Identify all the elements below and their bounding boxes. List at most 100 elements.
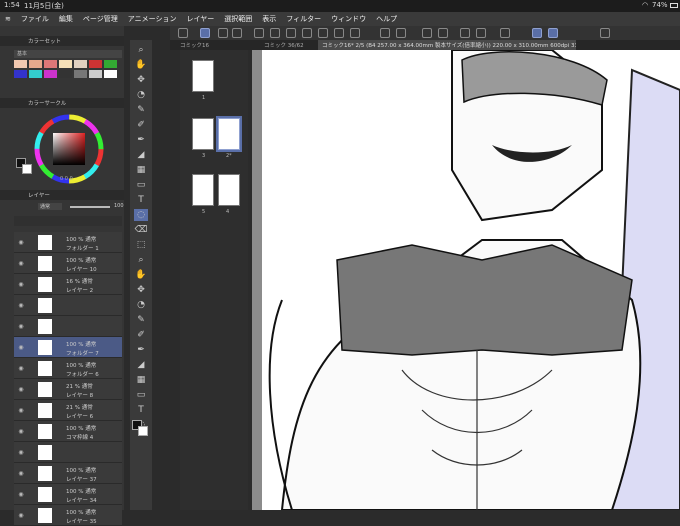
search-icon[interactable]: ⌕ xyxy=(134,254,148,266)
zoom-icon[interactable]: ◔ xyxy=(134,89,148,101)
eye-icon[interactable]: ◉ xyxy=(17,421,25,442)
canvas-area[interactable] xyxy=(252,49,680,511)
fill-icon[interactable]: ◢ xyxy=(134,359,148,371)
page-thumb[interactable] xyxy=(192,60,214,92)
tool-sub-color[interactable] xyxy=(138,426,148,436)
fill-selection-icon[interactable] xyxy=(476,28,486,38)
fill-icon[interactable]: ◢ xyxy=(134,149,148,161)
zoom-icon[interactable]: ◔ xyxy=(134,299,148,311)
color-swatch[interactable] xyxy=(59,60,72,68)
color-swatch[interactable] xyxy=(44,70,57,78)
brush-icon[interactable]: ✒ xyxy=(134,344,148,356)
tab-comic16[interactable]: コミック16 xyxy=(176,40,256,50)
pencil-icon[interactable]: ✐ xyxy=(134,119,148,131)
shape-icon[interactable]: ▭ xyxy=(134,389,148,401)
menu-view[interactable]: 表示 xyxy=(257,14,281,24)
rotate-right-icon[interactable] xyxy=(548,28,558,38)
share-icon[interactable] xyxy=(600,28,610,38)
eye-icon[interactable]: ◉ xyxy=(17,295,25,316)
menu-animation[interactable]: アニメーション xyxy=(123,14,182,24)
zoom-fit-icon[interactable] xyxy=(232,28,242,38)
eye-icon[interactable]: ◉ xyxy=(17,337,25,358)
layer-row[interactable]: ◉ 21 % 通常 レイヤー 6 xyxy=(14,400,122,421)
text-icon[interactable]: T xyxy=(134,404,148,416)
lasso-icon[interactable]: ◌ xyxy=(134,209,148,221)
color-swatch[interactable] xyxy=(74,70,87,78)
frame-icon[interactable]: ⬚ xyxy=(134,239,148,251)
undo-icon[interactable] xyxy=(334,28,344,38)
page-thumb[interactable] xyxy=(192,118,214,150)
menu-filter[interactable]: フィルター xyxy=(281,14,326,24)
layer-row[interactable]: ◉ 100 % 通常 フォルダー 7 xyxy=(14,337,122,358)
eye-icon[interactable]: ◉ xyxy=(17,400,25,421)
color-wheel[interactable] xyxy=(34,114,104,184)
grid-icon[interactable] xyxy=(218,28,228,38)
color-swatch[interactable] xyxy=(104,70,117,78)
hand-icon[interactable]: ✋ xyxy=(134,59,148,71)
pencil-icon[interactable]: ✐ xyxy=(134,329,148,341)
eye-icon[interactable]: ◉ xyxy=(17,274,25,295)
pen-icon[interactable]: ✎ xyxy=(134,104,148,116)
pen-icon[interactable]: ✎ xyxy=(134,314,148,326)
deselect-icon[interactable] xyxy=(422,28,432,38)
open-icon[interactable] xyxy=(270,28,280,38)
menu-help[interactable]: ヘルプ xyxy=(371,14,402,24)
color-swatch[interactable] xyxy=(29,70,42,78)
eye-icon[interactable]: ◉ xyxy=(17,232,25,253)
save-icon[interactable] xyxy=(286,28,296,38)
menu-edit[interactable]: 編集 xyxy=(54,14,78,24)
transform-icon[interactable] xyxy=(396,28,406,38)
color-swatch[interactable] xyxy=(14,70,27,78)
color-swatch[interactable] xyxy=(14,60,27,68)
sub-color-swatch[interactable] xyxy=(22,164,32,174)
eye-icon[interactable]: ◉ xyxy=(17,253,25,274)
menu-selection[interactable]: 選択範囲 xyxy=(219,14,257,24)
layer-row[interactable]: ◉ 100 % 通常 レイヤー 37 xyxy=(14,463,122,484)
eye-icon[interactable]: ◉ xyxy=(17,316,25,337)
redo-icon[interactable] xyxy=(350,28,360,38)
layer-row[interactable]: ◉ 100 % 通常 コマ枠線 4 xyxy=(14,421,122,442)
eraser-icon[interactable]: ⌫ xyxy=(134,224,148,236)
clear-icon[interactable] xyxy=(380,28,390,38)
color-swatch[interactable] xyxy=(89,70,102,78)
gradient-icon[interactable]: ▦ xyxy=(134,164,148,176)
brush-size-icon[interactable] xyxy=(500,28,510,38)
eye-icon[interactable]: ◉ xyxy=(17,463,25,484)
layer-row[interactable]: ◉ 100 % 通常 フォルダー 1 xyxy=(14,232,122,253)
layer-row[interactable]: ◉ xyxy=(14,295,122,316)
layer-row[interactable]: ◉ 100 % 通常 フォルダー 6 xyxy=(14,358,122,379)
eye-icon[interactable]: ◉ xyxy=(17,442,25,463)
layer-row[interactable]: ◉ 100 % 通常 レイヤー 34 xyxy=(14,484,122,505)
gradient-icon[interactable]: ▦ xyxy=(134,374,148,386)
new-icon[interactable] xyxy=(254,28,264,38)
opacity-slider[interactable] xyxy=(70,206,110,208)
eye-icon[interactable]: ◉ xyxy=(17,379,25,400)
tab-comic16-active[interactable]: コミック16* 2/5 (B4 257.00 x 364.00mm 製本サイズ(… xyxy=(318,40,576,50)
layer-row[interactable]: ◉ xyxy=(14,316,122,337)
color-set-name[interactable]: 基本 xyxy=(14,50,122,58)
eye-icon[interactable]: ◉ xyxy=(17,505,25,526)
layer-row[interactable]: ◉ xyxy=(14,442,122,463)
menu-layer[interactable]: レイヤー xyxy=(181,14,219,24)
layer-row[interactable]: ◉ 21 % 通常 レイヤー 8 xyxy=(14,379,122,400)
invert-icon[interactable] xyxy=(438,28,448,38)
move-icon[interactable]: ✥ xyxy=(134,284,148,296)
app-logo-icon[interactable]: ≋ xyxy=(0,15,16,23)
blend-mode-select[interactable]: 通常 xyxy=(38,203,62,210)
color-swatch[interactable] xyxy=(89,60,102,68)
color-swatch[interactable] xyxy=(29,60,42,68)
text-icon[interactable]: T xyxy=(134,194,148,206)
eye-icon[interactable]: ◉ xyxy=(17,484,25,505)
search-icon[interactable]: ⌕ xyxy=(134,44,148,56)
manga-artwork[interactable] xyxy=(252,49,680,511)
page-thumb[interactable] xyxy=(192,174,214,206)
move-icon[interactable]: ✥ xyxy=(134,74,148,86)
layer-row[interactable]: ◉ 100 % 通常 レイヤー 10 xyxy=(14,253,122,274)
menu-icon[interactable] xyxy=(178,28,188,38)
layer-row[interactable]: ◉ 100 % 通常 レイヤー 35 xyxy=(14,505,122,526)
color-swatch[interactable] xyxy=(104,60,117,68)
color-swatch[interactable] xyxy=(44,60,57,68)
export-icon[interactable] xyxy=(302,28,312,38)
menu-file[interactable]: ファイル xyxy=(16,14,54,24)
page-thumb[interactable] xyxy=(218,174,240,206)
